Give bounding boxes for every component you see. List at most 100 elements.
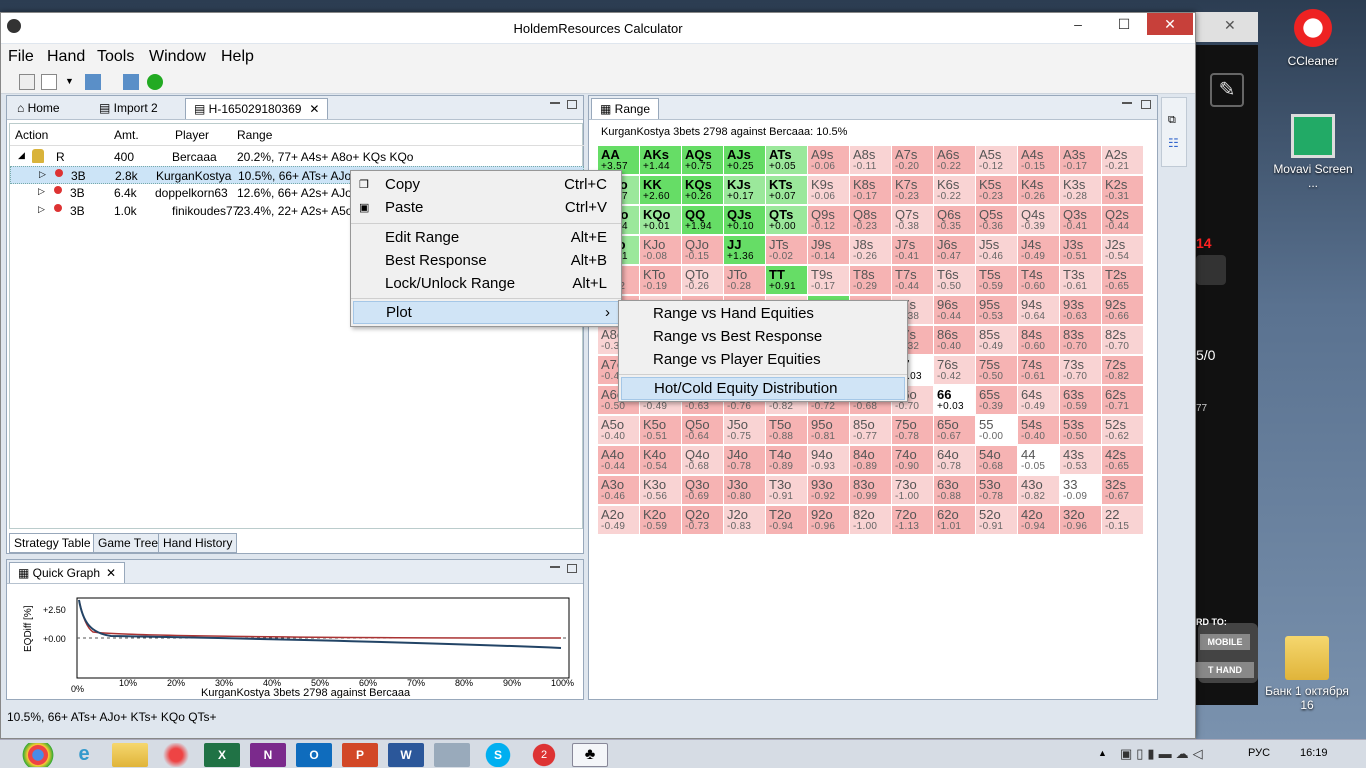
range-cell[interactable]: J2s -0.54 bbox=[1102, 236, 1143, 264]
menu-item-plot[interactable]: Plot › bbox=[353, 301, 619, 324]
range-cell[interactable]: 94s -0.64 bbox=[1018, 296, 1059, 324]
range-cell[interactable]: 86s -0.40 bbox=[934, 326, 975, 354]
range-cell[interactable]: 92o -0.96 bbox=[808, 506, 849, 534]
range-cell[interactable]: A6s -0.22 bbox=[934, 146, 975, 174]
range-cell[interactable]: 32s -0.67 bbox=[1102, 476, 1143, 504]
menu-hand[interactable]: Hand bbox=[47, 48, 85, 66]
range-cell[interactable]: AQs +0.75 bbox=[682, 146, 723, 174]
range-cell[interactable]: 74o -0.90 bbox=[892, 446, 933, 474]
col-range[interactable]: Range bbox=[237, 128, 272, 142]
range-cell[interactable]: T7s -0.44 bbox=[892, 266, 933, 294]
range-cell[interactable]: 64o -0.78 bbox=[934, 446, 975, 474]
badge-app-icon[interactable]: 2 bbox=[526, 743, 562, 767]
pencil-icon[interactable]: ✎ bbox=[1210, 73, 1244, 107]
range-cell[interactable]: 43o -0.82 bbox=[1018, 476, 1059, 504]
onenote-icon[interactable]: N bbox=[250, 743, 286, 767]
range-cell[interactable]: A4s -0.15 bbox=[1018, 146, 1059, 174]
range-cell[interactable]: 53s -0.50 bbox=[1060, 416, 1101, 444]
range-cell[interactable]: A8s -0.11 bbox=[850, 146, 891, 174]
range-cell[interactable]: KQo +0.01 bbox=[640, 206, 681, 234]
desktop-icon-movavi[interactable]: Movavi Screen ... bbox=[1268, 114, 1358, 190]
run-icon[interactable] bbox=[147, 74, 163, 90]
range-cell[interactable]: T3o -0.91 bbox=[766, 476, 807, 504]
range-cell[interactable]: Q2o -0.73 bbox=[682, 506, 723, 534]
range-cell[interactable]: 93o -0.92 bbox=[808, 476, 849, 504]
calculator-icon[interactable] bbox=[434, 743, 470, 767]
desktop-icon-ccleaner[interactable]: CCleaner bbox=[1268, 6, 1358, 68]
range-cell[interactable]: Q6s -0.35 bbox=[934, 206, 975, 234]
range-cell[interactable]: T2o -0.94 bbox=[766, 506, 807, 534]
range-cell[interactable]: AKs +1.44 bbox=[640, 146, 681, 174]
expand-icon[interactable]: ▷ bbox=[39, 169, 46, 180]
range-cell[interactable]: K3s -0.28 bbox=[1060, 176, 1101, 204]
excel-icon[interactable]: X bbox=[204, 743, 240, 767]
range-cell[interactable]: A7s -0.20 bbox=[892, 146, 933, 174]
range-cell[interactable]: 75s -0.50 bbox=[976, 356, 1017, 384]
range-cell[interactable]: 42o -0.94 bbox=[1018, 506, 1059, 534]
minimize-button[interactable]: – bbox=[1055, 13, 1101, 35]
range-cell[interactable]: 83o -0.99 bbox=[850, 476, 891, 504]
tab-range[interactable]: ▦ Range bbox=[591, 98, 660, 119]
menu-item-range-vs-player[interactable]: Range vs Player Equities bbox=[619, 349, 907, 372]
range-cell[interactable]: 85s -0.49 bbox=[976, 326, 1017, 354]
range-cell[interactable]: KJo -0.08 bbox=[640, 236, 681, 264]
expand-icon[interactable]: ▷ bbox=[38, 186, 45, 197]
range-cell[interactable]: KTo -0.19 bbox=[640, 266, 681, 294]
range-cell[interactable]: T6s -0.50 bbox=[934, 266, 975, 294]
menu-item-edit-range[interactable]: Edit Range Alt+E bbox=[351, 227, 621, 250]
range-cell[interactable]: QTo -0.26 bbox=[682, 266, 723, 294]
tab-home[interactable]: ⌂ Home bbox=[9, 98, 68, 119]
restore-icon[interactable]: ⧉ bbox=[1168, 114, 1176, 127]
range-cell[interactable]: 32o -0.96 bbox=[1060, 506, 1101, 534]
range-cell[interactable]: T5s -0.59 bbox=[976, 266, 1017, 294]
col-action[interactable]: Action bbox=[15, 128, 48, 142]
range-cell[interactable]: 85o -0.77 bbox=[850, 416, 891, 444]
range-cell[interactable]: A9s -0.06 bbox=[808, 146, 849, 174]
maximize-icon[interactable] bbox=[1141, 100, 1151, 109]
range-cell[interactable]: TT +0.91 bbox=[766, 266, 807, 294]
range-cell[interactable]: 94o -0.93 bbox=[808, 446, 849, 474]
range-cell[interactable]: 73o -1.00 bbox=[892, 476, 933, 504]
range-cell[interactable]: J3s -0.51 bbox=[1060, 236, 1101, 264]
minimize-icon[interactable] bbox=[550, 102, 560, 104]
range-cell[interactable]: 22 -0.15 bbox=[1102, 506, 1143, 534]
tab-hand[interactable]: ▤ H-165029180369 ✕ bbox=[185, 98, 329, 119]
range-cell[interactable]: 84s -0.60 bbox=[1018, 326, 1059, 354]
range-cell[interactable]: 42s -0.65 bbox=[1102, 446, 1143, 474]
close-button[interactable]: ✕ bbox=[1147, 13, 1193, 35]
range-cell[interactable]: J8s -0.26 bbox=[850, 236, 891, 264]
export-icon[interactable] bbox=[123, 74, 139, 90]
range-cell[interactable]: Q3s -0.41 bbox=[1060, 206, 1101, 234]
new-icon[interactable] bbox=[41, 74, 57, 90]
table-row[interactable]: ◢ R 400 Bercaaa 20.2%, 77+ A4s+ A8o+ KQs… bbox=[10, 148, 584, 166]
range-cell[interactable]: T4s -0.60 bbox=[1018, 266, 1059, 294]
language-indicator[interactable]: РУС bbox=[1248, 747, 1270, 759]
range-cell[interactable]: Q9s -0.12 bbox=[808, 206, 849, 234]
range-cell[interactable]: T2s -0.65 bbox=[1102, 266, 1143, 294]
maximize-button[interactable]: ☐ bbox=[1101, 13, 1147, 35]
range-cell[interactable]: K4o -0.54 bbox=[640, 446, 681, 474]
close-icon[interactable]: ✕ bbox=[1224, 17, 1236, 34]
close-icon[interactable]: ✕ bbox=[106, 566, 116, 580]
tray-icons[interactable]: ▣▯▮▬☁◁ bbox=[1120, 746, 1230, 762]
range-cell[interactable]: K2s -0.31 bbox=[1102, 176, 1143, 204]
col-player[interactable]: Player bbox=[175, 128, 209, 142]
range-cell[interactable]: 44 -0.05 bbox=[1018, 446, 1059, 474]
maximize-icon[interactable] bbox=[567, 100, 577, 109]
range-cell[interactable]: Q8s -0.23 bbox=[850, 206, 891, 234]
explorer-icon[interactable] bbox=[112, 743, 148, 767]
tray-arrow-icon[interactable]: ▲ bbox=[1098, 748, 1107, 758]
range-cell[interactable]: QQ +1.94 bbox=[682, 206, 723, 234]
range-cell[interactable]: A4o -0.44 bbox=[598, 446, 639, 474]
range-cell[interactable]: 66 +0.03 bbox=[934, 386, 975, 414]
range-cell[interactable]: Q5s -0.36 bbox=[976, 206, 1017, 234]
powerpoint-icon[interactable]: P bbox=[342, 743, 378, 767]
range-cell[interactable]: A3s -0.17 bbox=[1060, 146, 1101, 174]
range-cell[interactable]: JTo -0.28 bbox=[724, 266, 765, 294]
range-cell[interactable]: A2o -0.49 bbox=[598, 506, 639, 534]
ie-icon[interactable]: e bbox=[66, 743, 102, 767]
holdem-calculator-taskbar-icon[interactable]: ♣ bbox=[572, 743, 608, 767]
range-cell[interactable]: Q3o -0.69 bbox=[682, 476, 723, 504]
range-cell[interactable]: KK +2.60 bbox=[640, 176, 681, 204]
range-cell[interactable]: K4s -0.26 bbox=[1018, 176, 1059, 204]
